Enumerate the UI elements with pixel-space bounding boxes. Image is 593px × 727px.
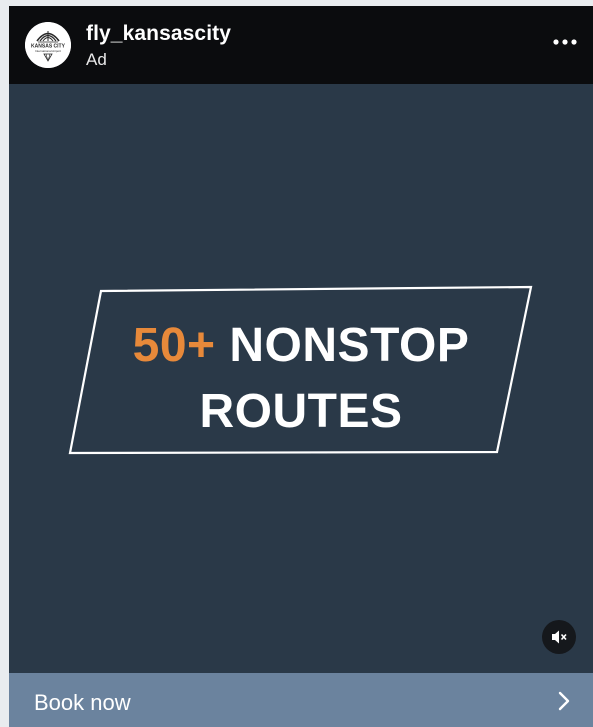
more-horizontal-icon — [553, 39, 577, 45]
sponsored-label: Ad — [86, 50, 107, 69]
ad-post: KANSAS CITY International Airport fly_ka… — [9, 6, 593, 727]
username[interactable]: fly_kansascity — [86, 22, 231, 46]
kansas-city-airport-logo-icon: KANSAS CITY International Airport — [25, 22, 71, 68]
headline-rest: NONSTOP — [215, 319, 470, 372]
headline-frame — [68, 285, 533, 455]
chevron-right-icon — [558, 691, 570, 711]
avatar[interactable]: KANSAS CITY International Airport — [25, 22, 71, 68]
headline-accent: 50+ — [132, 319, 216, 372]
logo-text-bottom: International Airport — [35, 49, 61, 53]
cta-label: Book now — [34, 690, 131, 715]
book-now-button[interactable]: Book now — [9, 673, 593, 727]
headline-line-1: 50+ NONSTOP — [9, 322, 593, 370]
ad-media[interactable]: 50+ NONSTOP ROUTES — [9, 84, 593, 673]
headline-line-2: ROUTES — [199, 385, 403, 438]
more-options-button[interactable] — [549, 32, 583, 52]
speaker-muted-icon — [552, 630, 567, 644]
mute-toggle-button[interactable] — [542, 620, 576, 654]
post-header: KANSAS CITY International Airport fly_ka… — [9, 6, 593, 84]
